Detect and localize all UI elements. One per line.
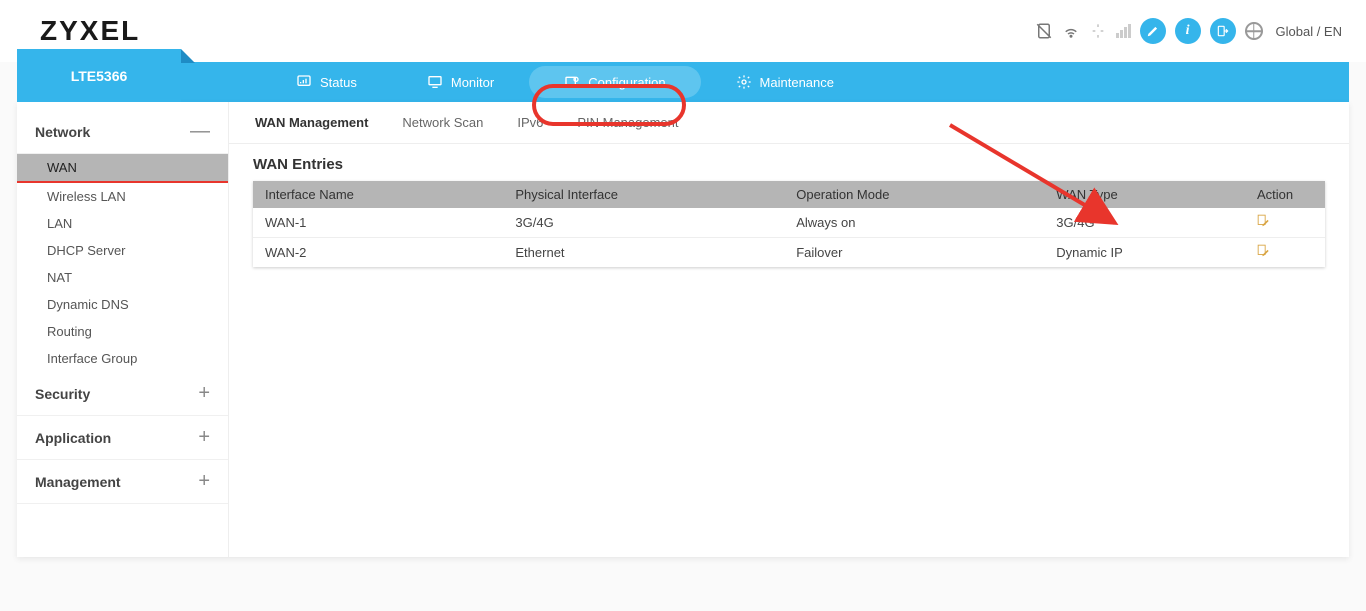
sidebar-group-security[interactable]: Security + <box>17 372 228 416</box>
sidebar-group-label: Security <box>35 386 90 402</box>
sidebar-item-dhcp-server[interactable]: DHCP Server <box>17 237 228 264</box>
cell-mode: Failover <box>784 238 1044 268</box>
wizard-icon[interactable] <box>1140 18 1166 44</box>
expand-icon: + <box>198 426 210 449</box>
content: Network — WAN Wireless LAN LAN DHCP Serv… <box>17 102 1349 557</box>
subtabs: WAN Management Network Scan IPv6 PIN Man… <box>229 102 1349 144</box>
top-nav: LTE5366 Status Monitor Configuration Mai… <box>17 62 1349 102</box>
no-sim-icon <box>1035 22 1053 40</box>
cell-type: 3G/4G <box>1044 208 1245 238</box>
sidebar-group-label: Management <box>35 474 121 490</box>
subtab-wan-management[interactable]: WAN Management <box>253 112 370 133</box>
sidebar-item-nat[interactable]: NAT <box>17 264 228 291</box>
th-operation-mode: Operation Mode <box>784 181 1044 208</box>
th-interface-name: Interface Name <box>253 181 503 208</box>
subtab-ipv6[interactable]: IPv6 <box>515 112 545 133</box>
sidebar-item-interface-group[interactable]: Interface Group <box>17 345 228 372</box>
nav-configuration[interactable]: Configuration <box>529 66 700 98</box>
language-selector[interactable]: Global / EN <box>1276 24 1342 39</box>
th-physical-interface: Physical Interface <box>503 181 784 208</box>
wan-entries-table: Interface Name Physical Interface Operat… <box>253 181 1325 267</box>
logout-icon[interactable] <box>1210 18 1236 44</box>
cell-iface: WAN-2 <box>253 238 503 268</box>
cell-iface: WAN-1 <box>253 208 503 238</box>
sidebar-group-label: Application <box>35 430 111 446</box>
table-row: WAN-2 Ethernet Failover Dynamic IP <box>253 238 1325 268</box>
nav-status[interactable]: Status <box>261 62 392 102</box>
globe-icon[interactable] <box>1245 22 1263 40</box>
sidebar-group-management[interactable]: Management + <box>17 460 228 504</box>
cell-phy: Ethernet <box>503 238 784 268</box>
edit-icon[interactable] <box>1257 214 1271 228</box>
th-action: Action <box>1245 181 1325 208</box>
header-toolbar: i Global / EN <box>1035 18 1342 44</box>
cell-mode: Always on <box>784 208 1044 238</box>
subtab-network-scan[interactable]: Network Scan <box>400 112 485 133</box>
section-title: WAN Entries <box>229 144 1349 181</box>
cell-type: Dynamic IP <box>1044 238 1245 268</box>
info-icon[interactable]: i <box>1175 18 1201 44</box>
wifi-icon <box>1062 22 1080 40</box>
signal-icon <box>1116 24 1131 38</box>
nav-monitor-label: Monitor <box>451 75 494 90</box>
nav-maintenance-label: Maintenance <box>760 75 834 90</box>
main-panel: WAN Management Network Scan IPv6 PIN Man… <box>229 102 1349 557</box>
brand-logo: ZYXEL <box>40 15 140 47</box>
sidebar-group-network[interactable]: Network — <box>17 110 228 154</box>
collapse-icon: — <box>190 120 210 143</box>
device-tab[interactable]: LTE5366 <box>17 49 181 102</box>
sidebar-item-wireless-lan[interactable]: Wireless LAN <box>17 183 228 210</box>
sidebar-group-label: Network <box>35 124 90 140</box>
nav-status-label: Status <box>320 75 357 90</box>
nav-maintenance[interactable]: Maintenance <box>701 62 869 102</box>
edit-icon[interactable] <box>1257 244 1271 258</box>
sidebar-item-routing[interactable]: Routing <box>17 318 228 345</box>
nav-monitor[interactable]: Monitor <box>392 62 529 102</box>
expand-icon: + <box>198 470 210 493</box>
expand-icon: + <box>198 382 210 405</box>
sidebar-item-lan[interactable]: LAN <box>17 210 228 237</box>
sidebar-item-dynamic-dns[interactable]: Dynamic DNS <box>17 291 228 318</box>
cell-phy: 3G/4G <box>503 208 784 238</box>
sidebar: Network — WAN Wireless LAN LAN DHCP Serv… <box>17 102 229 557</box>
header: ZYXEL i Global / EN <box>0 0 1366 62</box>
th-wan-type: WAN Type <box>1044 181 1245 208</box>
table-row: WAN-1 3G/4G Always on 3G/4G <box>253 208 1325 238</box>
loading-icon <box>1089 22 1107 40</box>
subtab-pin-management[interactable]: PIN Management <box>575 112 680 133</box>
nav-configuration-label: Configuration <box>588 75 665 90</box>
sidebar-item-wan[interactable]: WAN <box>17 154 228 183</box>
sidebar-group-application[interactable]: Application + <box>17 416 228 460</box>
